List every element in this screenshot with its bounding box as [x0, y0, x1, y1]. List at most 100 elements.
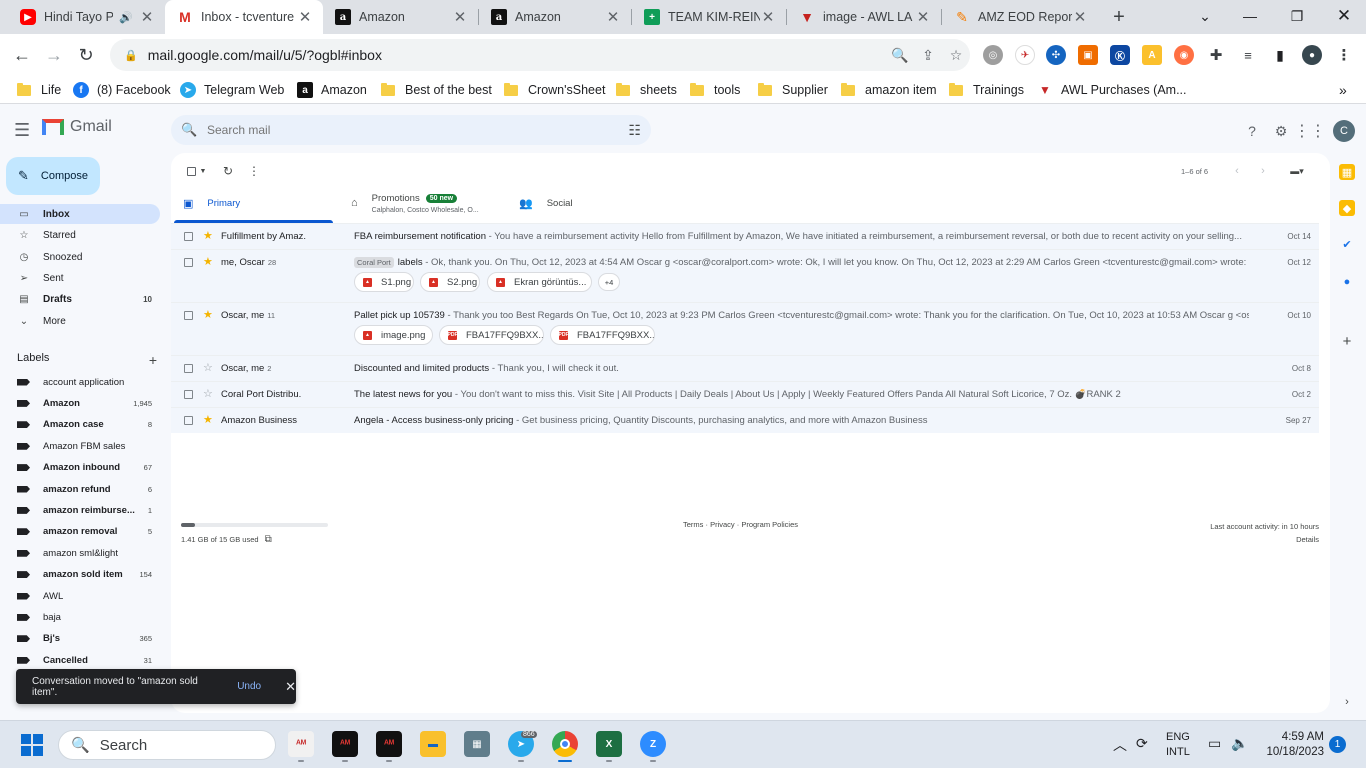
row-checkbox[interactable] [184, 258, 193, 267]
share-icon[interactable]: ⇪ [914, 41, 942, 69]
extension-icon[interactable]: ▣ [1078, 45, 1098, 65]
search-options-icon[interactable]: ☷ [628, 122, 641, 139]
gmail-logo[interactable]: Gmail [42, 118, 112, 136]
app-icon[interactable]: ᴬᴹ [332, 731, 358, 757]
label-item[interactable]: Amazon 1,945 [0, 393, 160, 413]
attachment-chip[interactable]: PDF FBA17FFQ9BXX... [550, 325, 655, 345]
bookmark-folder[interactable]: Best of the best [381, 81, 492, 99]
star-icon[interactable]: ★ [203, 229, 213, 242]
newer-page-icon[interactable]: ‹ [1227, 161, 1247, 181]
network-icon[interactable]: ▭ [1208, 735, 1221, 752]
undo-button[interactable]: Undo [237, 681, 261, 692]
nav-inbox[interactable]: ▭ Inbox [0, 204, 160, 224]
browser-tab-active[interactable]: M Inbox - tcventure ✕ [165, 0, 323, 34]
get-addons-icon[interactable]: + [1339, 333, 1355, 350]
open-storage-icon[interactable]: ⧉ [265, 534, 272, 545]
label-item[interactable]: amazon refund 6 [0, 479, 160, 499]
address-bar[interactable]: 🔒 mail.google.com/mail/u/5/?ogbl#inbox 🔍… [110, 39, 970, 71]
browser-tab[interactable]: + TEAM KIM-REIN ✕ [632, 0, 786, 34]
label-item[interactable]: amazon reimburse... 1 [0, 500, 160, 520]
media-control-icon[interactable]: ≡ [1238, 45, 1258, 65]
tasks-icon[interactable]: ✔ [1339, 236, 1355, 252]
extension-icon[interactable]: ✣ [1046, 45, 1066, 65]
attachment-chip[interactable]: ▲ image.png [354, 325, 433, 345]
bookmark-link[interactable]: f (8) Facebook [73, 81, 171, 99]
bookmark-link[interactable]: a Amazon [297, 81, 367, 99]
label-item[interactable]: Amazon FBM sales [0, 436, 160, 456]
bookmark-link[interactable]: ➤ Telegram Web [180, 81, 284, 99]
label-item[interactable]: account application [0, 372, 160, 392]
compose-button[interactable]: ✎ Compose [6, 157, 100, 195]
star-icon[interactable]: ★ [203, 255, 213, 268]
zoom-icon[interactable]: Z [640, 731, 666, 757]
row-checkbox[interactable] [184, 311, 193, 320]
file-explorer-icon[interactable]: ▬ [420, 731, 446, 757]
account-avatar[interactable]: C [1333, 120, 1355, 142]
footer-links[interactable]: Terms · Privacy · Program Policies [683, 520, 798, 529]
bookmark-star-icon[interactable]: ☆ [942, 41, 970, 69]
row-checkbox[interactable] [184, 416, 193, 425]
more-bookmarks-icon[interactable]: » [1339, 81, 1347, 99]
extension-icon[interactable]: ✈ [1015, 45, 1035, 65]
google-apps-icon[interactable]: ⋮⋮ [1294, 121, 1326, 141]
search-page-icon[interactable]: 🔍 [886, 41, 914, 69]
email-row[interactable]: ★ me, Oscar 28 Coral Port labels - Ok, thank… [171, 249, 1319, 302]
tab-social[interactable]: 👥 Social [519, 183, 669, 223]
extension-icon[interactable]: A [1142, 45, 1162, 65]
star-icon[interactable]: ★ [203, 308, 213, 321]
close-tab-icon[interactable]: ✕ [915, 9, 931, 26]
attachment-chip[interactable]: PDF FBA17FFQ9BXX... [439, 325, 544, 345]
create-label-icon[interactable]: + [149, 352, 157, 368]
extension-icon[interactable]: ◎ [983, 45, 1003, 65]
close-tab-icon[interactable]: ✕ [1072, 9, 1088, 26]
app-icon[interactable]: ᴬᴹ [288, 731, 314, 757]
url-text[interactable]: mail.google.com/mail/u/5/?ogbl#inbox [148, 47, 886, 63]
reload-icon[interactable]: ↻ [73, 42, 99, 68]
label-item[interactable]: Cancelled 31 [0, 650, 160, 670]
tab-promotions[interactable]: ⌂ Promotions 50 new Calphalon, Costco Wh… [351, 183, 501, 223]
app-icon[interactable]: ᴬᴹ [376, 731, 402, 757]
browser-tab[interactable]: ✎ AMZ EOD Repor ✕ [942, 0, 1098, 34]
attachment-chip[interactable]: ▲ Ekran görüntüs... [487, 272, 592, 292]
lock-icon[interactable]: 🔒 [124, 49, 138, 62]
star-icon[interactable]: ☆ [203, 361, 213, 374]
contacts-icon[interactable]: ● [1339, 274, 1355, 290]
bookmark-folder[interactable]: Supplier [758, 81, 828, 99]
browser-tab[interactable]: a Amazon ✕ [323, 0, 478, 34]
language-indicator[interactable]: ENG INTL [1166, 730, 1190, 760]
more-attachments-chip[interactable]: +4 [598, 273, 620, 291]
nav-drafts[interactable]: ▤ Drafts 10 [0, 289, 160, 309]
help-icon[interactable]: ? [1242, 121, 1262, 141]
back-icon[interactable]: ← [9, 42, 35, 68]
chrome-menu-icon[interactable]: ⋮ [1334, 45, 1354, 65]
email-label-chip[interactable]: Coral Port [354, 257, 394, 268]
minimize-icon[interactable]: — [1235, 4, 1265, 28]
nav-sent[interactable]: ➢ Sent [0, 268, 160, 288]
close-tab-icon[interactable]: ✕ [139, 9, 155, 26]
sync-icon[interactable]: ⟳ [1136, 735, 1148, 752]
close-window-icon[interactable]: ✕ [1329, 4, 1359, 28]
star-icon[interactable]: ☆ [203, 387, 213, 400]
main-menu-icon[interactable]: ☰ [14, 120, 34, 140]
search-input[interactable] [207, 123, 629, 137]
bookmark-folder[interactable]: Life [17, 81, 61, 99]
label-item[interactable]: Amazon case 8 [0, 415, 160, 435]
restore-icon[interactable]: ❐ [1282, 4, 1312, 28]
email-row[interactable]: ☆ Coral Port Distribu. The latest news for… [171, 381, 1319, 407]
row-checkbox[interactable] [184, 232, 193, 241]
more-actions-icon[interactable]: ⋮ [244, 161, 264, 181]
label-item[interactable]: Amazon inbound 67 [0, 458, 160, 478]
label-item[interactable]: Bj's 365 [0, 629, 160, 649]
settings-gear-icon[interactable]: ⚙ [1271, 121, 1291, 141]
label-item[interactable]: AWL [0, 586, 160, 606]
bookmark-folder[interactable]: sheets [616, 81, 677, 99]
clock[interactable]: 4:59 AM 10/18/2023 [1262, 730, 1324, 760]
volume-icon[interactable]: 🔈 [1231, 735, 1248, 752]
side-panel-icon[interactable]: ▮ [1270, 45, 1290, 65]
show-hidden-icons[interactable]: ︿ [1113, 735, 1127, 755]
search-icon[interactable]: 🔍 [181, 122, 201, 138]
new-tab-button[interactable]: + [1108, 6, 1130, 28]
excel-icon[interactable]: X [596, 731, 622, 757]
close-tab-icon[interactable]: ✕ [452, 9, 468, 26]
extension-icon[interactable]: ◉ [1174, 45, 1194, 65]
